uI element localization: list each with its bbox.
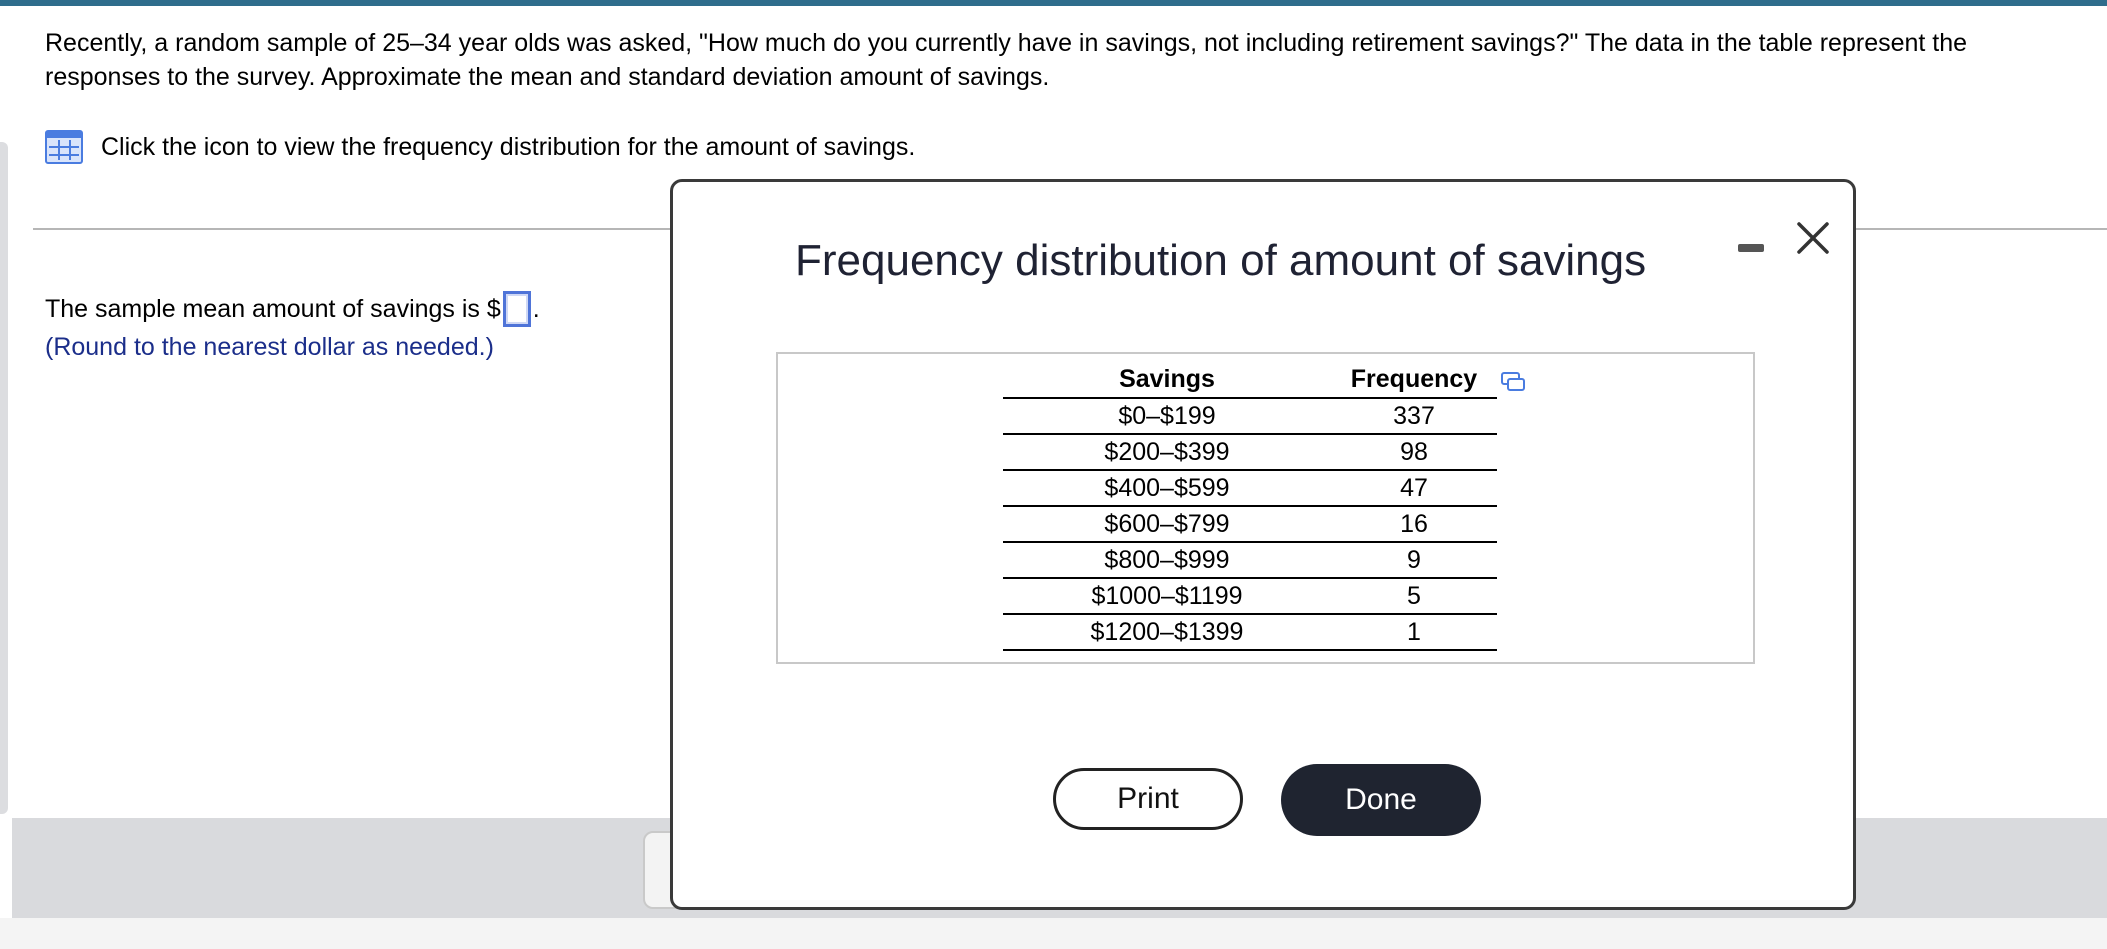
frequency-cell: 337 [1331,398,1497,435]
header-frequency: Frequency [1331,362,1497,399]
frequency-cell: 98 [1331,434,1497,471]
savings-cell: $1000–$1199 [1003,578,1331,615]
savings-cell: $400–$599 [1003,470,1331,507]
savings-cell: $800–$999 [1003,542,1331,579]
rounding-hint: (Round to the nearest dollar as needed.) [45,333,494,361]
answer-prefix: The sample mean amount of savings is $ [45,294,501,323]
answer-suffix: . [532,294,540,323]
table-frame: Savings Frequency $0–$199 337 $200–$399 … [776,352,1755,664]
close-x-glyph [1797,222,1829,254]
table-row: $0–$199 337 [1003,398,1497,435]
table-row: $1000–$1199 5 [1003,578,1497,615]
frequency-modal: Frequency distribution of amount of savi… [670,179,1856,910]
done-button[interactable]: Done [1281,764,1481,836]
top-accent-bar [0,0,2107,6]
mean-answer-input[interactable] [502,291,531,327]
savings-cell: $1200–$1399 [1003,614,1331,651]
savings-cell: $200–$399 [1003,434,1331,471]
savings-cell: $600–$799 [1003,506,1331,543]
left-scroll-accent [0,142,8,814]
table-icon-grid [49,140,79,160]
frequency-cell: 16 [1331,506,1497,543]
copy-table-glyph [1501,372,1525,391]
frequency-table: Savings Frequency $0–$199 337 $200–$399 … [1003,362,1497,651]
answer-line: The sample mean amount of savings is $ . [45,291,540,327]
page-footer-gap [0,918,2107,949]
table-header-row: Savings Frequency [1003,362,1497,399]
table-row: $200–$399 98 [1003,434,1497,471]
close-x-icon[interactable] [1790,215,1836,261]
question-text: Recently, a random sample of 25–34 year … [45,29,1968,91]
minimize-bar [1738,244,1764,252]
table-icon-header [47,132,81,138]
table-row: $400–$599 47 [1003,470,1497,507]
header-savings: Savings [1003,362,1331,399]
table-grid-icon[interactable] [45,130,83,164]
table-row: $1200–$1399 1 [1003,614,1497,651]
modal-title: Frequency distribution of amount of savi… [795,236,1647,285]
table-row: $800–$999 9 [1003,542,1497,579]
frequency-cell: 47 [1331,470,1497,507]
frequency-link-text: Click the icon to view the frequency dis… [101,132,916,161]
savings-cell: $0–$199 [1003,398,1331,435]
frequency-link-row: Click the icon to view the frequency dis… [45,130,915,164]
frequency-cell: 9 [1331,542,1497,579]
print-button[interactable]: Print [1053,768,1243,830]
table-row: $600–$799 16 [1003,506,1497,543]
frequency-cell: 1 [1331,614,1497,651]
frequency-cell: 5 [1331,578,1497,615]
copy-table-icon[interactable] [1500,371,1526,393]
minimize-icon[interactable] [1730,234,1770,270]
